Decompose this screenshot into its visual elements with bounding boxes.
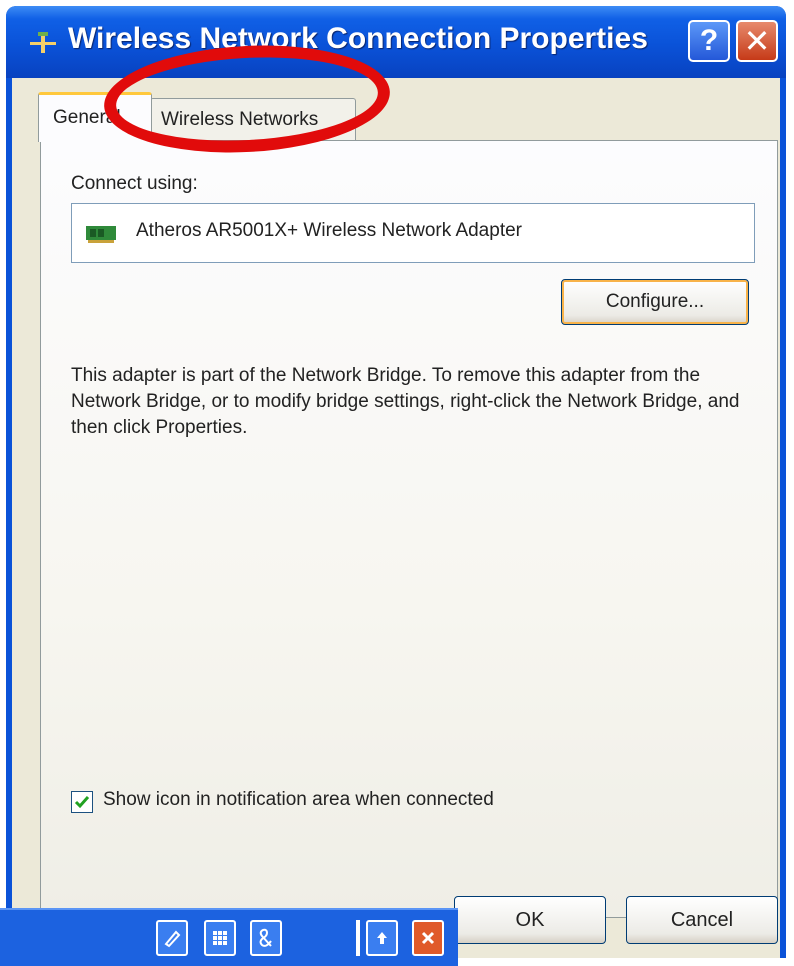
upload-icon[interactable] [366, 920, 398, 956]
keypad-icon[interactable] [204, 920, 236, 956]
general-tab-panel: Connect using: Atheros AR5001X+ Wireless… [40, 140, 778, 918]
configure-button[interactable]: Configure... [561, 279, 749, 325]
window-title: Wireless Network Connection Properties [68, 22, 648, 55]
checkmark-icon [74, 796, 90, 809]
help-button[interactable]: ? [688, 20, 730, 62]
bridge-info-text: This adapter is part of the Network Brid… [71, 365, 740, 438]
properties-window: Wireless Network Connection Properties ?… [6, 6, 786, 958]
title-bar[interactable]: Wireless Network Connection Properties ?… [6, 6, 786, 78]
pencil-icon[interactable] [156, 920, 188, 956]
show-icon-label: Show icon in notification area when conn… [103, 789, 494, 810]
connect-using-label: Connect using: [71, 173, 198, 194]
toolbar-separator [356, 920, 360, 956]
network-connection-icon [30, 32, 56, 53]
tab-wireless-networks[interactable]: Wireless Networks [150, 98, 356, 140]
show-icon-checkbox[interactable] [71, 791, 93, 813]
overlay-toolbar [0, 908, 458, 966]
cancel-button[interactable]: Cancel [626, 896, 778, 944]
adapter-name: Atheros AR5001X+ Wireless Network Adapte… [136, 220, 522, 241]
close-icon[interactable] [412, 920, 444, 956]
dialog-body: General Wireless Networks Connect using:… [12, 78, 780, 958]
ampersand-icon[interactable] [250, 920, 282, 956]
network-adapter-icon [86, 226, 116, 243]
tab-general[interactable]: General [38, 92, 152, 142]
adapter-field[interactable]: Atheros AR5001X+ Wireless Network Adapte… [71, 203, 755, 263]
ok-button[interactable]: OK [454, 896, 606, 944]
close-button[interactable]: ✕ [736, 20, 778, 62]
